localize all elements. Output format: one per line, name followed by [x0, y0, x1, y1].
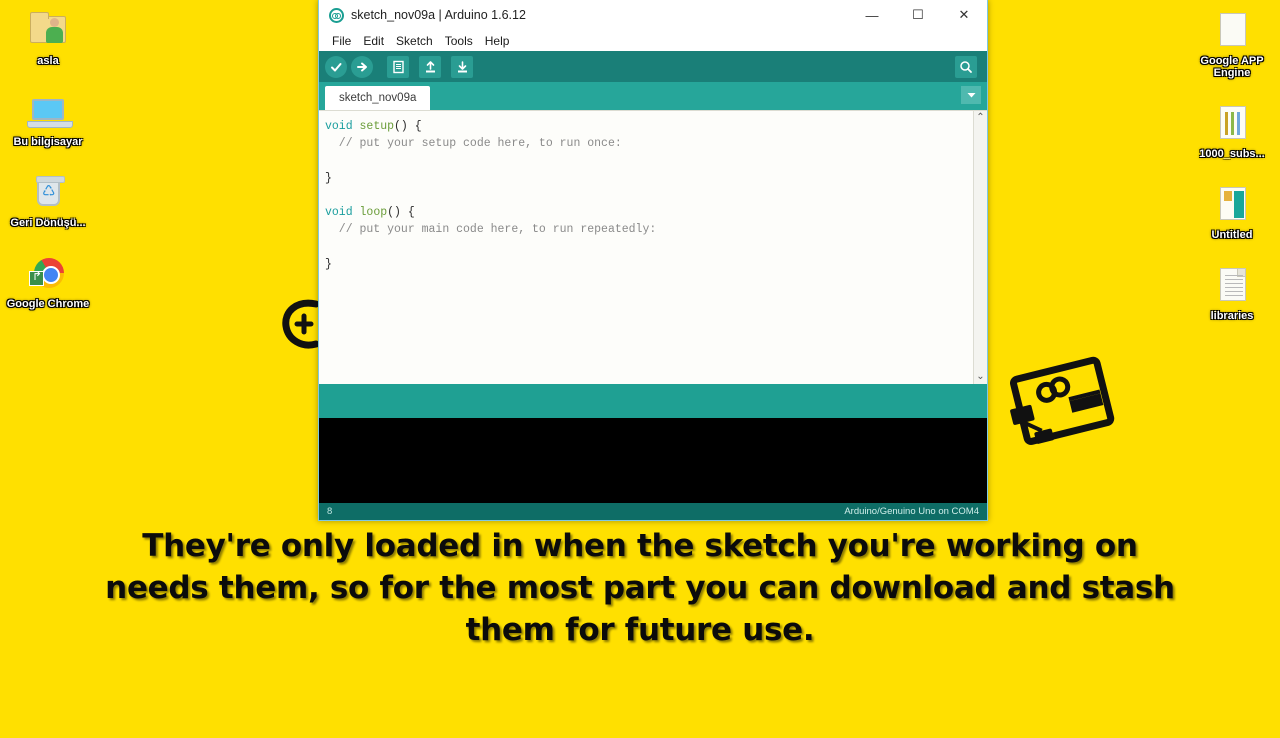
- subtitle-caption: They're only loaded in when the sketch y…: [105, 528, 1175, 648]
- chevron-down-icon: [967, 92, 975, 97]
- window-titlebar: sketch_nov09a | Arduino 1.6.12 — ☐ ✕: [319, 0, 987, 31]
- lined-document-icon: [1209, 263, 1255, 307]
- desktop-icon-1000-subs[interactable]: 1000_subs...: [1184, 101, 1280, 160]
- window-title: sketch_nov09a | Arduino 1.6.12: [351, 8, 526, 22]
- page-icon: [392, 60, 404, 73]
- arrow-up-icon: [425, 60, 435, 72]
- arrow-right-icon: [357, 62, 367, 71]
- verify-button[interactable]: [325, 55, 347, 78]
- new-button[interactable]: [387, 55, 409, 78]
- menu-item-tools[interactable]: Tools: [439, 33, 479, 49]
- editor-scrollbar[interactable]: ⌃ ⌄: [973, 111, 987, 384]
- desktop-icons-right: Google APP Engine 1000_subs... Untitled …: [1184, 8, 1280, 344]
- code-token: }: [325, 257, 332, 271]
- desktop-icon-this-pc[interactable]: Bu bilgisayar: [0, 89, 96, 148]
- toolbar: [319, 51, 987, 82]
- menu-item-help[interactable]: Help: [479, 33, 516, 49]
- tab-dropdown-button[interactable]: [961, 86, 981, 104]
- desktop-icon-google-app-engine[interactable]: Google APP Engine: [1184, 8, 1280, 79]
- code-text: void setup() { // put your setup code he…: [319, 111, 987, 273]
- minimize-button[interactable]: —: [849, 0, 895, 31]
- code-line: // put your main code here, to run repea…: [325, 221, 987, 238]
- maximize-button[interactable]: ☐: [895, 0, 941, 31]
- status-board-label: Arduino/Genuino Uno on COM4: [844, 506, 979, 517]
- statusbar: 8 Arduino/Genuino Uno on COM4: [319, 503, 987, 520]
- tabstrip: sketch_nov09a: [319, 82, 987, 110]
- arrow-down-icon: [457, 60, 467, 72]
- this-pc-icon: [25, 89, 73, 133]
- magnifier-icon: [960, 61, 972, 73]
- menubar: File Edit Sketch Tools Help: [319, 31, 987, 51]
- desktop-icon-label: libraries: [1210, 310, 1254, 322]
- code-token: () {: [387, 206, 415, 220]
- book-document-icon: [1209, 182, 1255, 226]
- code-line: void loop() {: [325, 204, 987, 221]
- desktop-bottom-strip: [0, 733, 1280, 738]
- menu-item-sketch[interactable]: Sketch: [390, 33, 439, 49]
- check-icon: [331, 62, 342, 71]
- code-line: }: [325, 170, 987, 187]
- desktop-icon-recycle-bin[interactable]: Geri Dönüşü...: [0, 170, 96, 229]
- console-status-strip: [319, 384, 987, 418]
- open-button[interactable]: [419, 55, 441, 78]
- recycle-bin-icon: [25, 170, 71, 214]
- desktop-icon-label: asla: [37, 55, 59, 67]
- scroll-up-arrow-icon[interactable]: ⌃: [976, 111, 984, 125]
- desktop-icon-label: Google Chrome: [6, 298, 90, 310]
- menu-item-file[interactable]: File: [326, 33, 357, 49]
- document-columns-icon: [1209, 101, 1255, 145]
- desktop-icon-label: Geri Dönüşü...: [10, 217, 86, 229]
- desktop-icon-label: Untitled: [1211, 229, 1253, 241]
- close-button[interactable]: ✕: [941, 0, 987, 31]
- code-token: loop: [359, 206, 388, 220]
- desktop-icons-left: asla Bu bilgisayar Geri Dönüşü... Google…: [0, 8, 96, 332]
- desktop-icon-asla[interactable]: asla: [0, 8, 96, 67]
- code-line: void setup() {: [325, 118, 987, 135]
- user-folder-icon: [25, 8, 71, 52]
- folder-document-icon: [1209, 8, 1255, 52]
- code-line: // put your setup code here, to run once…: [325, 135, 987, 152]
- desktop-icon-label: Bu bilgisayar: [13, 136, 83, 148]
- menu-item-edit[interactable]: Edit: [357, 33, 390, 49]
- arduino-logo-icon: [329, 7, 344, 23]
- desktop-icon-untitled[interactable]: Untitled: [1184, 182, 1280, 241]
- scroll-down-arrow-icon[interactable]: ⌄: [976, 370, 984, 384]
- desktop-icon-google-chrome[interactable]: Google Chrome: [0, 251, 96, 310]
- tab-sketch-nov09a[interactable]: sketch_nov09a: [325, 86, 431, 110]
- code-token: // put your setup code here, to run once…: [325, 137, 622, 151]
- code-token: }: [325, 171, 332, 185]
- desktop-icon-label: 1000_subs...: [1199, 148, 1265, 160]
- status-line-number: 8: [327, 506, 333, 517]
- code-token: setup: [359, 120, 395, 133]
- console-output: [319, 418, 987, 503]
- desktop-icon-label: Google APP Engine: [1200, 55, 1264, 79]
- code-token: // put your main code here, to run repea…: [325, 223, 657, 237]
- desktop: asla Bu bilgisayar Geri Dönüşü... Google…: [0, 0, 1280, 738]
- desktop-icon-libraries[interactable]: libraries: [1184, 263, 1280, 322]
- arduino-board-mark-icon: [1006, 352, 1126, 456]
- save-button[interactable]: [451, 55, 473, 78]
- upload-button[interactable]: [351, 55, 373, 78]
- code-line: }: [325, 256, 987, 273]
- code-token: () {: [394, 120, 422, 133]
- code-editor[interactable]: void setup() { // put your setup code he…: [319, 110, 987, 384]
- code-token: void: [325, 120, 360, 133]
- google-chrome-icon: [25, 251, 71, 295]
- code-token: void: [325, 206, 360, 220]
- serial-monitor-button[interactable]: [955, 56, 977, 78]
- arduino-ide-window: sketch_nov09a | Arduino 1.6.12 — ☐ ✕ Fil…: [318, 0, 988, 521]
